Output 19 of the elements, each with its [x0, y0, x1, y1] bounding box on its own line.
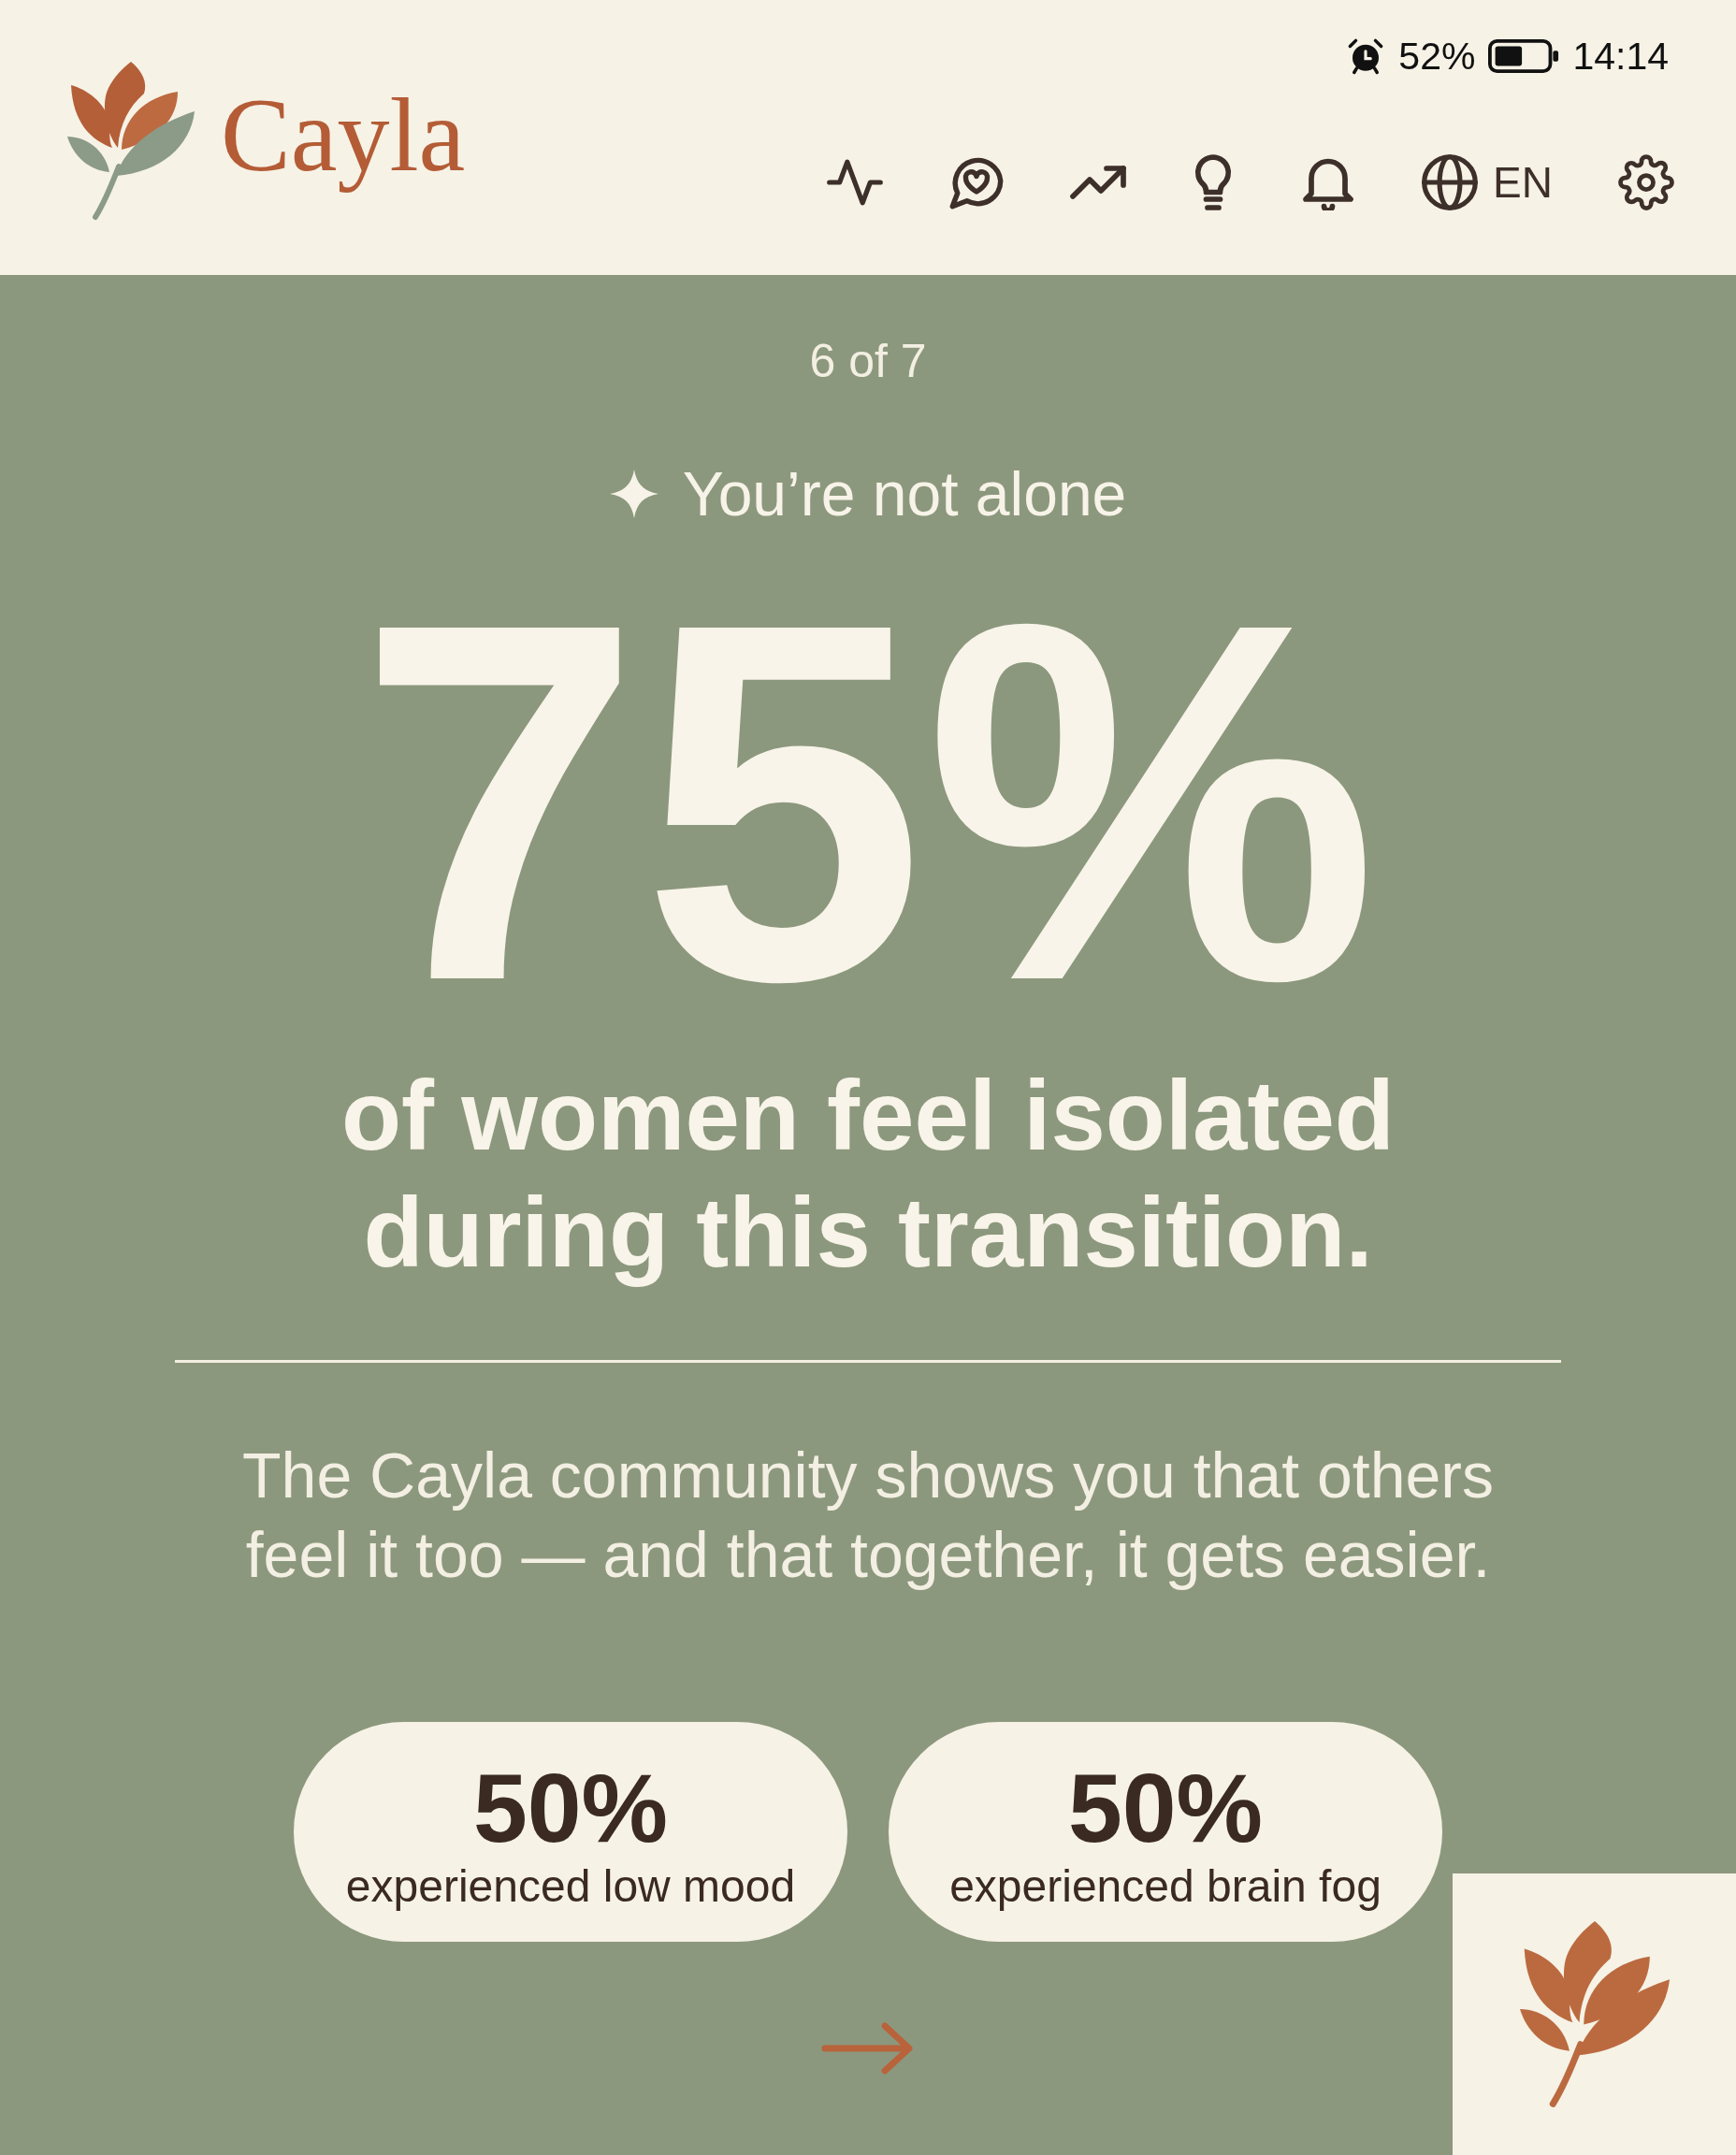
leaf-logo-icon: [1519, 1920, 1670, 2108]
eyebrow-text: You’re not alone: [682, 458, 1127, 530]
stat-value: 50%: [1067, 1759, 1264, 1858]
globe-icon: [1422, 154, 1479, 210]
logo-text: Cayla: [221, 82, 466, 195]
stat-caption: experienced brain fog: [949, 1862, 1382, 1912]
leaf-logo-icon: [67, 62, 195, 221]
settings-icon[interactable]: [1618, 154, 1674, 210]
language-button[interactable]: EN: [1422, 154, 1553, 210]
stat-caption: experienced low mood: [345, 1862, 796, 1912]
clock-time: 14:14: [1572, 36, 1669, 76]
progress-counter: 6 of 7: [809, 334, 927, 389]
body-text: The Cayla community shows you that others feel it too — and that together, it gets easier.: [241, 1439, 1495, 1592]
battery-percent: 52%: [1398, 36, 1476, 76]
stat-value: 50%: [472, 1759, 669, 1858]
stat-figure: 75%: [357, 572, 1379, 1031]
sparkle-icon: [609, 470, 658, 518]
battery-icon: [1488, 38, 1560, 74]
headline: of women feel isolated during this transition.: [340, 1060, 1396, 1289]
